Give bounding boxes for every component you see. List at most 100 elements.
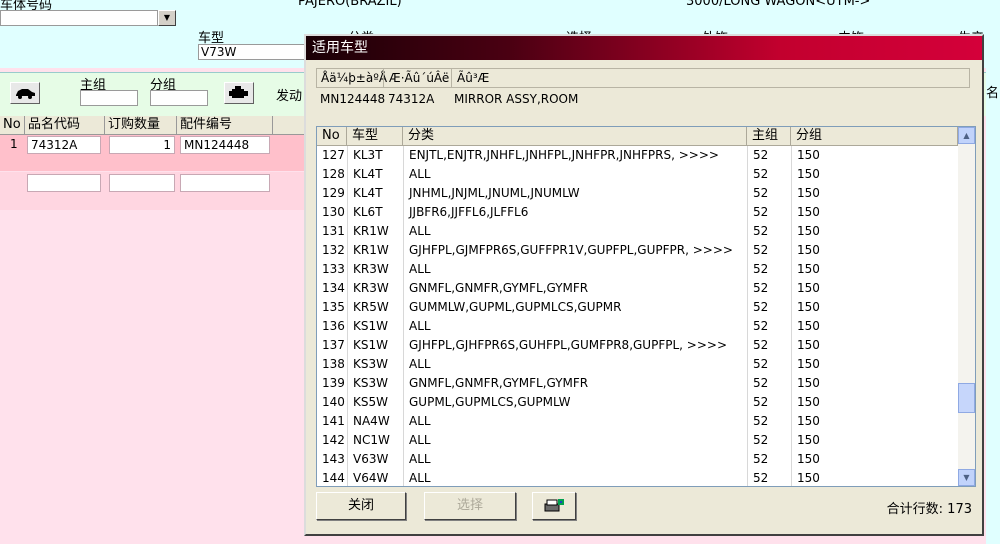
grid-header-no: No (0, 116, 25, 135)
cell-no: 135 (322, 300, 345, 314)
grid-empty-cell[interactable] (27, 174, 101, 192)
dialog-title[interactable]: 适用车型 (306, 36, 982, 60)
cell-sub-group: 150 (797, 433, 820, 447)
print-button[interactable] (532, 492, 576, 520)
model-label: PAJERO(BRAZIL) (298, 0, 402, 9)
cell-no: 143 (322, 452, 345, 466)
cell-no: 131 (322, 224, 345, 238)
main-group-input[interactable] (80, 90, 138, 106)
applicable-models-dialog: 适用车型 Åä¼þ±àºÅ Æ·Ãû´úÂë Ãû³Æ MN124448 743… (304, 34, 984, 536)
list-row[interactable]: 143 V63W ALL 52 150 (317, 450, 958, 469)
grid-empty-cell[interactable] (180, 174, 270, 192)
cell-sub-group: 150 (797, 414, 820, 428)
cell-main-group: 52 (753, 262, 769, 276)
grid-cell-code[interactable]: 74312A (27, 136, 101, 154)
list-header-no[interactable]: No (317, 127, 347, 146)
cell-class: ALL (409, 262, 431, 276)
scroll-thumb[interactable] (958, 383, 975, 413)
list-row[interactable]: 135 KR5W GUMMLW,GUPML,GUPMLCS,GUPMR 52 150 (317, 298, 958, 317)
models-list[interactable]: No 车型 分类 主组 分组 127 KL3T ENJTL,ENJTR,JNHFL,… (316, 126, 976, 487)
list-row[interactable]: 138 KS3W ALL 52 150 (317, 355, 958, 374)
select-button[interactable]: 选择 (424, 492, 516, 520)
engine-icon[interactable] (224, 82, 254, 104)
list-row[interactable]: 134 KR3W GNMFL,GNMFR,GYMFL,GYMFR 52 150 (317, 279, 958, 298)
list-row[interactable]: 141 NA4W ALL 52 150 (317, 412, 958, 431)
list-header-main-group[interactable]: 主组 (747, 127, 791, 146)
cell-sub-group: 150 (797, 471, 820, 485)
list-row[interactable]: 139 KS3W GNMFL,GNMFR,GYMFL,GYMFR 52 150 (317, 374, 958, 393)
cell-no: 130 (322, 205, 345, 219)
list-row[interactable]: 142 NC1W ALL 52 150 (317, 431, 958, 450)
cell-class: ALL (409, 357, 431, 371)
list-row[interactable]: 132 KR1W GJHFPL,GJMFPR6S,GUFFPR1V,GUPFPL,G… (317, 241, 958, 260)
cell-no: 139 (322, 376, 345, 390)
cell-main-group: 52 (753, 167, 769, 181)
cell-model: KS5W (353, 395, 388, 409)
cell-sub-group: 150 (797, 357, 820, 371)
cell-sub-group: 150 (797, 376, 820, 390)
list-row[interactable]: 131 KR1W ALL 52 150 (317, 222, 958, 241)
list-row[interactable]: 140 KS5W GUPML,GUPMLCS,GUPMLW 52 150 (317, 393, 958, 412)
cell-main-group: 52 (753, 338, 769, 352)
scroll-up-icon[interactable]: ▲ (958, 127, 975, 144)
list-header-class[interactable]: 分类 (403, 127, 747, 146)
cell-no: 136 (322, 319, 345, 333)
list-row[interactable]: 137 KS1W GJHFPL,GJHFPR6S,GUHFPL,GUMFPR8,GU… (317, 336, 958, 355)
cell-model: KS3W (353, 376, 388, 390)
chassis-input[interactable] (0, 10, 158, 26)
grid-header-extra (273, 116, 305, 135)
name-label-right: 名 (986, 86, 1000, 101)
cell-sub-group: 150 (797, 148, 820, 162)
car-icon[interactable] (10, 82, 40, 104)
cell-model: KR3W (353, 262, 389, 276)
close-button[interactable]: 关闭 (316, 492, 406, 520)
grid-cell-part[interactable]: MN124448 (180, 136, 270, 154)
cell-class: ALL (409, 452, 431, 466)
cell-no: 140 (322, 395, 345, 409)
variant-label: 3000/LONG WAGON<UTM-> (686, 0, 871, 9)
cell-sub-group: 150 (797, 395, 820, 409)
cell-no: 142 (322, 433, 345, 447)
cell-sub-group: 150 (797, 281, 820, 295)
list-row[interactable]: 128 KL4T ALL 52 150 (317, 165, 958, 184)
cell-no: 133 (322, 262, 345, 276)
cell-class: GUPML,GUPMLCS,GUPMLW (409, 395, 571, 409)
chassis-dropdown-button[interactable]: ▼ (158, 10, 176, 26)
row-count-label: 合计行数: (886, 502, 944, 517)
cell-main-group: 52 (753, 357, 769, 371)
cell-no: 138 (322, 357, 345, 371)
cell-sub-group: 150 (797, 338, 820, 352)
list-row[interactable]: 129 KL4T JNHML,JNJML,JNUML,JNUMLW 52 150 (317, 184, 958, 203)
cell-main-group: 52 (753, 471, 769, 485)
sub-group-input[interactable] (150, 90, 208, 106)
cell-main-group: 52 (753, 224, 769, 238)
cell-sub-group: 150 (797, 243, 820, 257)
cell-main-group: 52 (753, 186, 769, 200)
cell-main-group: 52 (753, 148, 769, 162)
list-header-model[interactable]: 车型 (347, 127, 403, 146)
list-scrollbar[interactable]: ▲ ▼ (958, 127, 975, 486)
list-row[interactable]: 144 V64W ALL 52 150 (317, 469, 958, 486)
cell-model: KR5W (353, 300, 389, 314)
list-row[interactable]: 133 KR3W ALL 52 150 (317, 260, 958, 279)
cell-class: GNMFL,GNMFR,GYMFL,GYMFR (409, 281, 589, 295)
list-row[interactable]: 130 KL6T JJBFR6,JJFFL6,JLFFL6 52 150 (317, 203, 958, 222)
list-row[interactable]: 136 KS1W ALL 52 150 (317, 317, 958, 336)
list-row[interactable]: 127 KL3T ENJTL,ENJTR,JNHFL,JNHFPL,JNHFPR,J… (317, 146, 958, 165)
cell-main-group: 52 (753, 319, 769, 333)
cell-model: KS1W (353, 319, 388, 333)
engine-label: 发动 (276, 89, 303, 104)
cell-class: ALL (409, 167, 431, 181)
scroll-down-icon[interactable]: ▼ (958, 469, 975, 486)
cell-class: GJHFPL,GJHFPR6S,GUHFPL,GUMFPR8,GUPFPL, >… (409, 338, 727, 352)
grid-cell-qty[interactable]: 1 (109, 136, 175, 154)
grid-empty-cell[interactable] (109, 174, 175, 192)
cell-sub-group: 150 (797, 262, 820, 276)
cell-model: KS1W (353, 338, 388, 352)
info-header-part-no: Åä¼þ±àºÅ (321, 71, 388, 85)
cell-model: KR3W (353, 281, 389, 295)
cell-model: KR1W (353, 243, 389, 257)
cell-model: V63W (353, 452, 389, 466)
car-type-input[interactable]: V73W (198, 44, 306, 60)
list-header-sub-group[interactable]: 分组 (791, 127, 958, 146)
